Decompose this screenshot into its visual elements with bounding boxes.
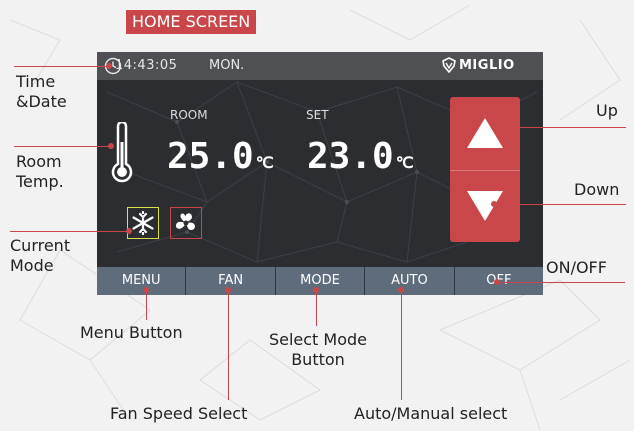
time-display: 14:43:05 (115, 58, 178, 73)
leader-down-line (494, 204, 626, 205)
leader-mode-line (10, 231, 130, 232)
leader-menu-dot (143, 287, 149, 293)
brand-name: MIGLIO (459, 58, 515, 73)
callout-menu-button: Menu Button (80, 323, 183, 342)
callout-room-temp: Room Temp. (16, 152, 64, 192)
down-arrow-icon (467, 191, 503, 221)
leader-fan-dot (225, 287, 231, 293)
callout-fan-speed: Fan Speed Select (110, 404, 248, 423)
temperature-adjust-panel (450, 97, 520, 242)
leader-room-dot (108, 143, 114, 149)
leader-select-line (316, 290, 317, 326)
fan-mode-indicator (170, 207, 202, 239)
leader-up-line (494, 127, 626, 128)
callout-time-line2: &Date (16, 92, 67, 111)
callout-time-line1: Time (16, 72, 56, 91)
callout-mode-line2: Mode (10, 256, 54, 275)
up-arrow-icon (467, 118, 503, 148)
set-temperature-unit: ℃ (395, 153, 414, 172)
temperature-down-button[interactable] (450, 170, 520, 243)
page-title: HOME SCREEN (126, 10, 257, 34)
snowflake-icon (132, 210, 154, 236)
leader-time-dot (106, 63, 112, 69)
leader-select-dot (313, 287, 319, 293)
set-temperature: 23.0 ℃ (307, 136, 414, 177)
leader-time-line (14, 66, 110, 67)
callout-room-line2: Temp. (16, 172, 64, 191)
mode-button[interactable]: MODE (276, 267, 366, 295)
callout-on-off: ON/OFF (546, 258, 607, 277)
thermostat-screen: 14:43:05 MON. MIGLIO ROOM SET 25.0 ℃ 23.0… (97, 52, 543, 295)
callout-room-line1: Room (16, 152, 62, 171)
day-display: MON. (209, 58, 245, 73)
temperature-up-button[interactable] (450, 97, 520, 169)
fan-speed-button[interactable]: FAN (186, 267, 276, 295)
leader-mode-dot (126, 228, 132, 234)
callout-select-mode: Select Mode Button (256, 330, 380, 370)
callout-down: Down (574, 180, 620, 199)
callout-auto-manual: Auto/Manual select (354, 404, 508, 423)
room-temperature-unit: ℃ (255, 153, 274, 172)
leader-auto-line (401, 290, 402, 400)
thermometer-icon (111, 122, 133, 183)
room-temperature-value: 25.0 (167, 136, 254, 177)
cool-mode-indicator (127, 207, 159, 239)
leader-auto-dot (398, 287, 404, 293)
room-temperature: 25.0 ℃ (167, 136, 274, 177)
brand-logo-icon (442, 57, 456, 73)
menu-button[interactable]: MENU (97, 267, 187, 295)
callout-select-line1: Select Mode (268, 330, 368, 349)
leader-room-line (14, 146, 112, 147)
bottom-button-bar: MENU FAN MODE AUTO OFF (97, 267, 543, 295)
status-bar: 14:43:05 MON. MIGLIO (97, 52, 543, 80)
leader-onoff-line (497, 282, 625, 283)
leader-down-dot (491, 201, 497, 207)
callout-time-date: Time &Date (16, 72, 67, 112)
callout-current-mode: Current Mode (10, 236, 70, 276)
set-temperature-value: 23.0 (307, 136, 394, 177)
leader-fan-line (228, 290, 229, 400)
leader-menu-line (146, 290, 147, 320)
leader-up-dot (491, 124, 497, 130)
room-label: ROOM (170, 108, 208, 122)
fan-icon (175, 213, 196, 230)
auto-manual-button[interactable]: AUTO (365, 267, 455, 295)
set-label: SET (306, 108, 329, 122)
callout-up: Up (596, 101, 618, 120)
leader-onoff-dot (494, 279, 500, 285)
callout-select-line2: Button (291, 350, 345, 369)
callout-mode-line1: Current (10, 236, 71, 255)
